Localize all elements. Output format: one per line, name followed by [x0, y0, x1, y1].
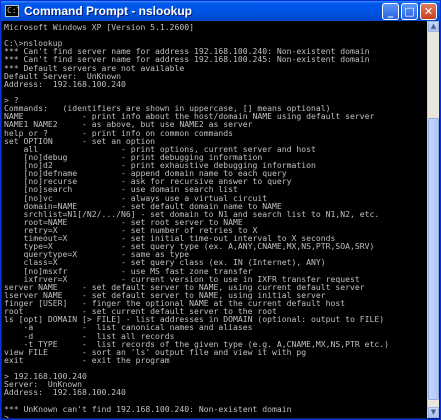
console-line: exit - exit the program [4, 354, 170, 365]
close-button[interactable]: ✕ [420, 2, 437, 20]
console-line: Microsoft Windows XP [Version 5.1.2600] [4, 22, 195, 32]
console-line: Address: 192.168.100.240 [4, 387, 126, 398]
console-line: Address: 192.168.100.240 [4, 78, 126, 89]
scrollbar-thumb[interactable] [428, 118, 439, 400]
window-controls: _ □ ✕ [382, 2, 437, 20]
maximize-button[interactable]: □ [401, 2, 418, 20]
title-bar[interactable]: C:\ Command Prompt - nslookup _ □ ✕ [1, 1, 440, 21]
scroll-down-button[interactable]: ▼ [428, 407, 439, 418]
command-prompt-icon[interactable]: C:\ [5, 5, 19, 17]
console-line: *** UnKnown can't find 192.168.100.240: … [4, 403, 292, 414]
command-prompt-window: C:\ Command Prompt - nslookup _ □ ✕ Micr… [0, 0, 441, 420]
vertical-scrollbar[interactable]: ▲ ▼ [427, 21, 439, 418]
console-output[interactable]: Microsoft Windows XP [Version 5.1.2600] C… [2, 21, 430, 418]
window-title: Command Prompt - nslookup [24, 4, 192, 18]
minimize-button[interactable]: _ [382, 2, 399, 20]
scroll-up-button[interactable]: ▲ [428, 21, 439, 32]
console-line: > [4, 411, 14, 418]
